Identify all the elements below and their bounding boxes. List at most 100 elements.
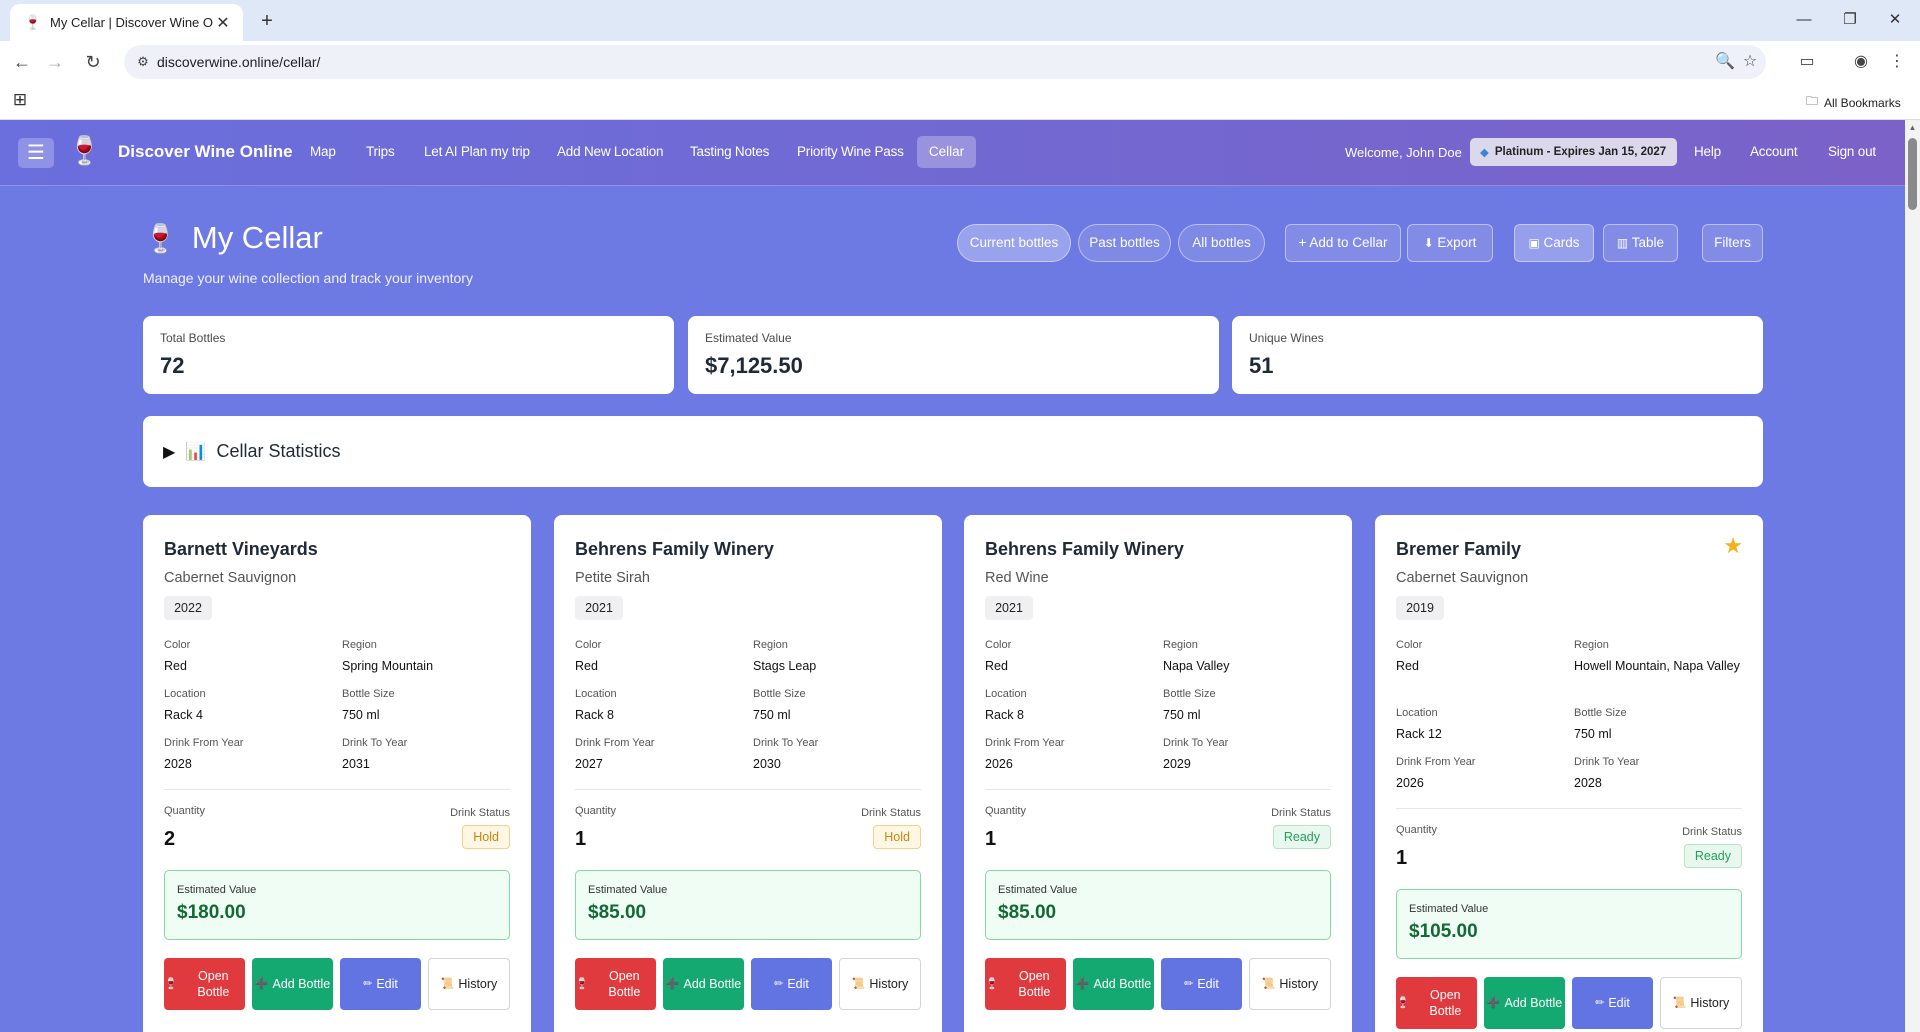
history-button[interactable]: 📜 History [1660,977,1742,1029]
nav-account[interactable]: Account [1750,144,1798,159]
filters-button[interactable]: Filters [1702,224,1763,262]
field-value: Red [164,659,187,673]
plus-icon: ➕ [254,978,269,990]
nav-priority-pass[interactable]: Priority Wine Pass [797,144,904,159]
field-label: Color [575,639,602,651]
history-button[interactable]: 📜 History [1249,958,1331,1010]
bookmark-star-icon[interactable]: ☆ [1738,51,1762,73]
wine-varietal: Cabernet Sauvignon [1396,570,1529,586]
table-view-button[interactable]: ▥ Table [1603,224,1678,262]
forward-icon[interactable]: → [40,47,70,77]
quantity-label: Quantity [575,805,616,817]
nav-cellar[interactable]: Cellar [917,136,976,168]
close-tab-icon[interactable]: ✕ [213,13,233,33]
nav-ai-plan[interactable]: Let AI Plan my trip [424,144,530,159]
divider [985,789,1331,790]
wine-glass-icon: 🍷 [164,978,178,990]
vintage-badge: 2022 [164,596,212,620]
nav-help[interactable]: Help [1694,144,1721,159]
scrollbar-thumb[interactable] [1908,138,1917,210]
filter-current-bottles[interactable]: Current bottles [957,224,1071,262]
field-value: Red [985,659,1008,673]
history-button[interactable]: 📜 History [428,958,510,1010]
nav-sign-out[interactable]: Sign out [1828,144,1876,159]
field-label: Region [342,639,377,651]
field-label: Region [753,639,788,651]
add-bottle-button[interactable]: ➕ Add Bottle [252,958,333,1010]
zoom-icon[interactable]: 🔍 [1713,51,1737,73]
quantity-label: Quantity [1396,824,1437,836]
wine-glass-icon: 🍷 [1396,997,1410,1009]
add-bottle-label: Add Bottle [1504,996,1563,1010]
apps-grid-icon[interactable]: ⊞ [10,90,30,110]
filter-all-bottles[interactable]: All bottles [1178,224,1265,262]
open-bottle-button[interactable]: 🍷 Open Bottle [575,958,656,1010]
wine-card: Behrens Family Winery Red Wine 2021 Colo… [964,515,1352,1032]
brand-name[interactable]: Discover Wine Online [118,142,293,162]
drink-status-label: Drink Status [1682,826,1742,838]
nav-add-location[interactable]: Add New Location [557,144,664,159]
estimated-value-box: Estimated Value $180.00 [164,870,510,940]
add-bottle-button[interactable]: ➕ Add Bottle [663,958,744,1010]
nav-map[interactable]: Map [310,144,336,159]
bookmarks-bar: ⊞ 🗀 All Bookmarks [0,82,1920,120]
nav-tasting-notes[interactable]: Tasting Notes [690,144,769,159]
close-window-icon[interactable]: ✕ [1878,6,1912,34]
edit-button[interactable]: ✏ Edit [340,958,421,1010]
wine-glass-icon: 🍷 [143,222,178,254]
page-scrollbar[interactable]: ▲ [1905,120,1920,1032]
cellar-statistics-toggle[interactable]: ▶ 📊 Cellar Statistics [143,416,1763,487]
browser-tab[interactable]: 🍷 My Cellar | Discover Wine Onlin ✕ [10,4,243,41]
field-value: Napa Valley [1163,659,1230,673]
favorite-star-icon[interactable]: ★ [1723,533,1743,559]
wine-glass-icon: 🍷 [985,978,999,990]
site-info-icon[interactable]: ⚙ [132,51,154,73]
field-location: Location Rack 12 [1396,707,1566,742]
menu-icon[interactable]: ⋮ [1882,47,1912,77]
status-badge: Hold [873,825,921,849]
edit-button[interactable]: ✏ Edit [751,958,832,1010]
add-bottle-button[interactable]: ➕ Add Bottle [1073,958,1154,1010]
all-bookmarks-button[interactable]: 🗀 All Bookmarks [1806,92,1901,113]
field-label: Drink To Year [1163,737,1229,749]
add-bottle-button[interactable]: ➕ Add Bottle [1484,977,1565,1029]
tab-title: My Cellar | Discover Wine Onlin [50,15,213,30]
edit-button[interactable]: ✏ Edit [1572,977,1653,1029]
back-icon[interactable]: ← [7,47,37,77]
cards-view-button[interactable]: ▣ Cards [1514,224,1594,262]
minimize-icon[interactable]: — [1787,6,1821,34]
open-bottle-button[interactable]: 🍷 Open Bottle [1396,977,1477,1029]
wine-varietal: Cabernet Sauvignon [164,570,297,586]
wine-glass-favicon-icon: 🍷 [24,14,42,30]
membership-badge[interactable]: ◆ Platinum - Expires Jan 15, 2027 [1470,138,1677,166]
divider [1396,808,1742,809]
tab-search-icon[interactable]: ▭ [1792,47,1822,77]
export-button[interactable]: ⬇ Export [1407,224,1493,262]
filter-past-bottles[interactable]: Past bottles [1078,224,1171,262]
restore-icon[interactable]: ❐ [1833,6,1867,34]
plus-icon: ➕ [1075,978,1090,990]
stat-value: 72 [160,353,185,378]
edit-button[interactable]: ✏ Edit [1161,958,1242,1010]
open-bottle-button[interactable]: 🍷 Open Bottle [985,958,1066,1010]
reload-icon[interactable]: ↻ [78,47,108,77]
field-value: Howell Mountain, Napa Valley [1574,659,1740,673]
status-badge: Ready [1272,825,1331,849]
new-tab-icon[interactable]: + [254,8,280,34]
stat-label: Estimated Value [705,331,792,345]
field-value: 2028 [164,757,192,771]
field-bottle-size: Bottle Size 750 ml [342,688,512,723]
scroll-up-arrow-icon[interactable]: ▲ [1908,123,1917,133]
hamburger-menu-icon[interactable]: ☰ [18,138,54,168]
add-to-cellar-button[interactable]: + Add to Cellar [1285,224,1401,262]
profile-icon[interactable]: ◉ [1846,47,1876,77]
field-value: Rack 8 [985,708,1024,722]
field-label: Color [985,639,1012,651]
field-drink-from: Drink From Year 2027 [575,737,745,772]
field-value: 750 ml [342,708,380,722]
address-bar[interactable]: ⚙ discoverwine.online/cellar/ 🔍 ☆ [124,45,1766,79]
history-button[interactable]: 📜 History [839,958,921,1010]
nav-trips[interactable]: Trips [366,144,395,159]
url-text[interactable]: discoverwine.online/cellar/ [157,54,320,70]
open-bottle-button[interactable]: 🍷 Open Bottle [164,958,245,1010]
